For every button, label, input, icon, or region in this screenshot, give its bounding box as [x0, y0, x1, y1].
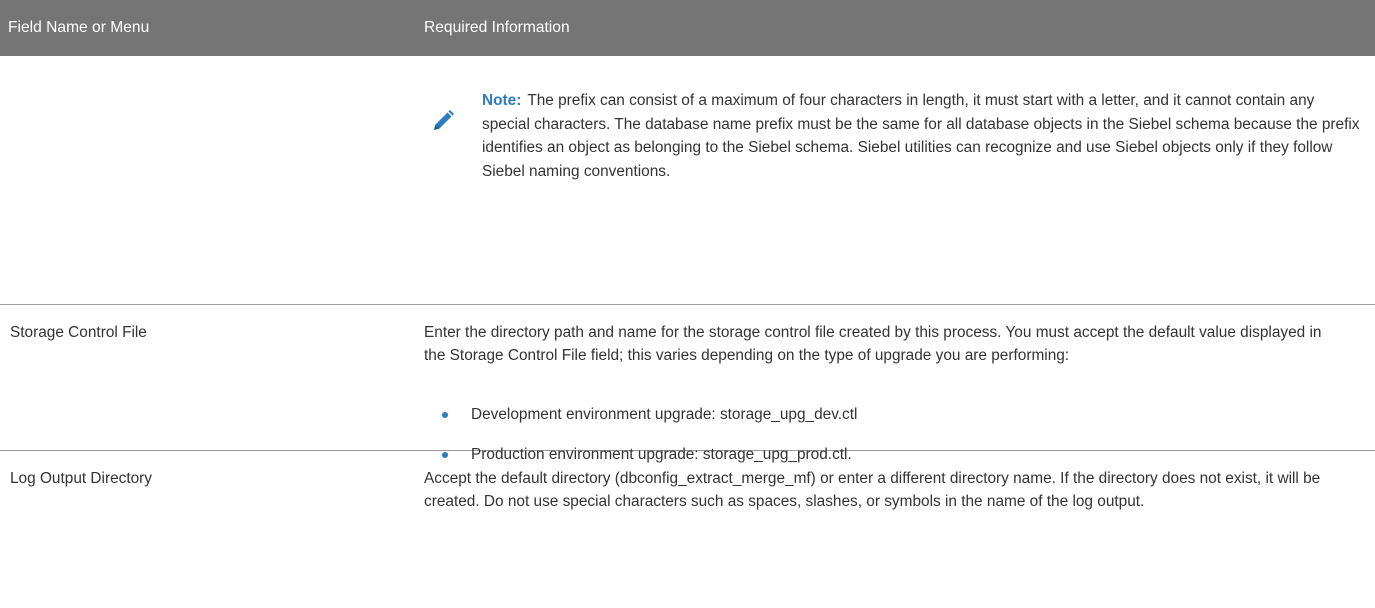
table-row-log-output-directory: Log Output Directory Accept the default … — [0, 451, 1375, 608]
required-info-log-output-directory: Accept the default directory (dbconfig_e… — [424, 470, 1321, 510]
table-row-note: Note: The prefix can consist of a maximum… — [0, 56, 1375, 305]
column-header-field-name: Field Name or Menu — [8, 19, 150, 36]
list-item: Development environment upgrade: storage… — [442, 403, 1326, 426]
table-row-storage-control-file: Storage Control File Enter the directory… — [0, 305, 1375, 463]
required-info-storage-control-file: Enter the directory path and name for th… — [424, 324, 1322, 364]
field-name-log-output-directory: Log Output Directory — [10, 470, 153, 487]
field-name-storage-control-file: Storage Control File — [10, 324, 147, 341]
field-info-table: Field Name or Menu Required Information … — [0, 0, 1375, 510]
note-text: The prefix can consist of a maximum of f… — [482, 92, 1360, 180]
note-block: Note: The prefix can consist of a maximum… — [482, 89, 1362, 183]
column-header-required-info: Required Information — [424, 19, 570, 36]
list-item-text: Development environment upgrade: storage… — [471, 406, 858, 423]
pencil-icon — [434, 110, 454, 130]
table-header: Field Name or Menu Required Information — [0, 0, 1375, 56]
note-label: Note: — [482, 92, 522, 109]
